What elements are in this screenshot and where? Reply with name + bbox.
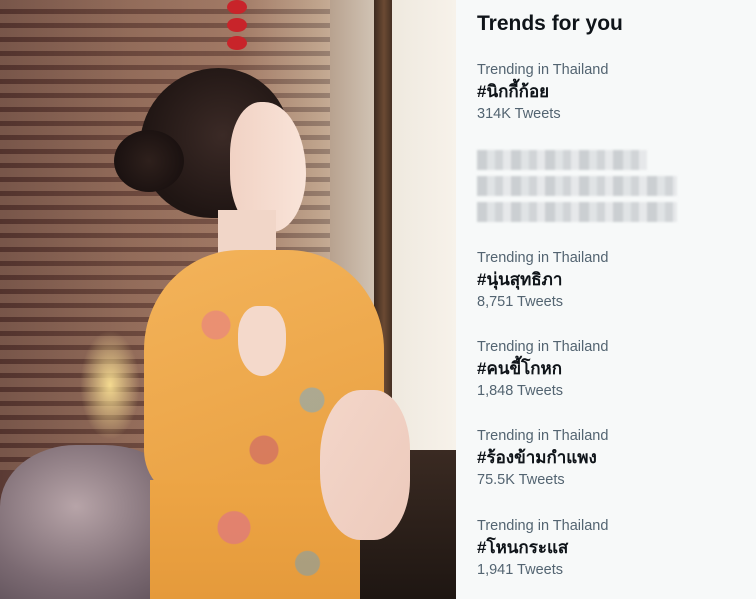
trend-tweet-count: 1,941 Tweets xyxy=(477,562,563,578)
photo-woman-qipao xyxy=(0,0,456,599)
trends-panel: Trends for you Trending in Thailand #นิก… xyxy=(456,0,756,599)
trend-tweet-count: 314K Tweets xyxy=(477,106,561,122)
blurred-text-line xyxy=(477,150,647,170)
trend-context: Trending in Thailand xyxy=(477,339,609,355)
trend-item[interactable]: Trending in Thailand #นิกกี้ก้อย 314K Tw… xyxy=(477,61,747,123)
trend-context: Trending in Thailand xyxy=(477,250,609,266)
trend-item[interactable]: Trending in Thailand #คนขี้โกหก 1,848 Tw… xyxy=(477,338,747,400)
trend-context: Trending in Thailand xyxy=(477,62,609,78)
panel-title: Trends for you xyxy=(477,12,623,35)
trend-item[interactable]: Trending in Thailand #ร้องข้ามกำแพง 75.5… xyxy=(477,427,747,489)
trend-context: Trending in Thailand xyxy=(477,518,609,534)
keyhole-neckline xyxy=(238,306,286,376)
trend-tweet-count: 1,848 Tweets xyxy=(477,383,563,399)
woman-figure xyxy=(110,60,410,599)
trend-hashtag[interactable]: #โหนกระแส xyxy=(477,536,747,560)
trend-hashtag[interactable]: #นุ่นสุทธิภา xyxy=(477,268,747,292)
blurred-text-line xyxy=(477,176,677,196)
crossed-arms xyxy=(320,390,410,540)
blurred-trend-item xyxy=(477,150,691,228)
trend-hashtag[interactable]: #นิกกี้ก้อย xyxy=(477,80,747,104)
trend-hashtag[interactable]: #คนขี้โกหก xyxy=(477,357,747,381)
trend-item[interactable]: Trending in Thailand #โหนกระแส 1,941 Twe… xyxy=(477,517,747,579)
trend-item[interactable]: Trending in Thailand #นุ่นสุทธิภา 8,751 … xyxy=(477,249,747,311)
trend-tweet-count: 75.5K Tweets xyxy=(477,472,565,488)
trend-hashtag[interactable]: #ร้องข้ามกำแพง xyxy=(477,446,747,470)
trend-context: Trending in Thailand xyxy=(477,428,609,444)
trend-tweet-count: 8,751 Tweets xyxy=(477,294,563,310)
blurred-text-line xyxy=(477,202,677,222)
hair-bun xyxy=(114,130,184,192)
